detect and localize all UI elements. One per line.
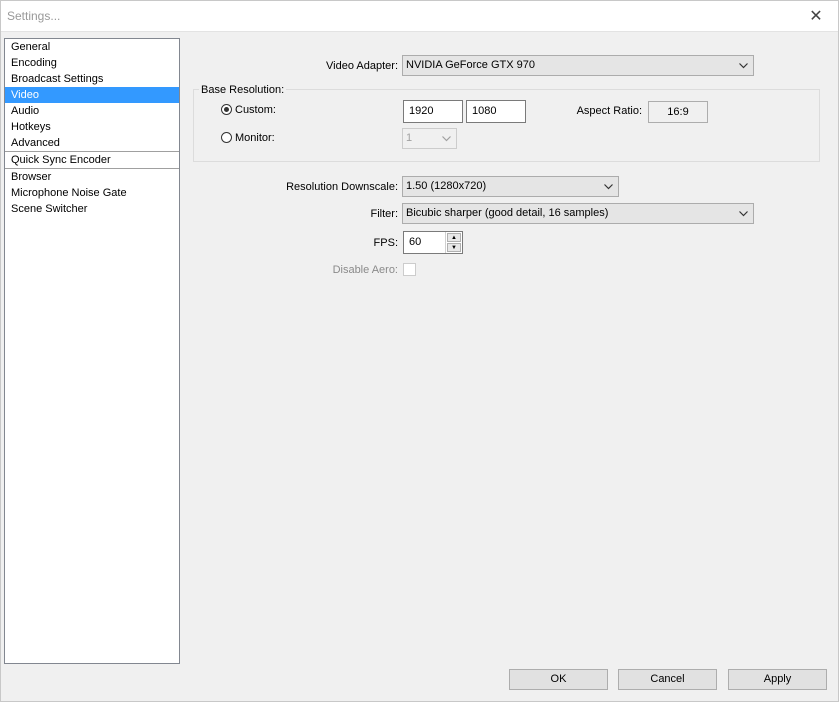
ok-button[interactable]: OK	[509, 669, 608, 690]
disable-aero-checkbox[interactable]	[403, 263, 416, 276]
chevron-down-icon	[439, 129, 453, 148]
sidebar-item-advanced[interactable]: Advanced	[5, 135, 179, 151]
settings-category-list[interactable]: General Encoding Broadcast Settings Vide…	[4, 38, 180, 664]
monitor-radio[interactable]	[221, 132, 232, 143]
cancel-button[interactable]: Cancel	[618, 669, 717, 690]
resolution-downscale-value: 1.50 (1280x720)	[406, 180, 487, 192]
sidebar-item-video[interactable]: Video	[5, 87, 179, 103]
custom-label: Custom:	[235, 104, 276, 116]
video-adapter-value: NVIDIA GeForce GTX 970	[406, 59, 535, 71]
chevron-down-icon	[736, 204, 750, 223]
close-icon[interactable]: ✕	[793, 0, 839, 31]
fps-spinner[interactable]: ▲ ▼	[445, 232, 462, 253]
spin-up-icon[interactable]: ▲	[447, 233, 461, 242]
title-bar: Settings... ✕	[0, 0, 839, 32]
sidebar-item-encoding[interactable]: Encoding	[5, 55, 179, 71]
disable-aero-label: Disable Aero:	[332, 264, 398, 276]
sidebar-item-microphone-noise-gate[interactable]: Microphone Noise Gate	[5, 185, 179, 201]
chevron-down-icon	[601, 177, 615, 196]
sidebar-item-audio[interactable]: Audio	[5, 103, 179, 119]
fps-label: FPS:	[373, 237, 398, 249]
sidebar-item-browser[interactable]: Browser	[5, 169, 179, 185]
resolution-downscale-label: Resolution Downscale:	[286, 181, 398, 193]
video-adapter-dropdown[interactable]: NVIDIA GeForce GTX 970	[402, 55, 754, 76]
aspect-ratio-value: 16:9	[648, 101, 708, 123]
base-resolution-title: Base Resolution:	[199, 84, 287, 96]
chevron-down-icon	[736, 56, 750, 75]
sidebar-item-scene-switcher[interactable]: Scene Switcher	[5, 201, 179, 217]
monitor-dropdown[interactable]: 1	[402, 128, 457, 149]
spin-down-icon[interactable]: ▼	[447, 243, 461, 252]
resolution-downscale-dropdown[interactable]: 1.50 (1280x720)	[402, 176, 619, 197]
custom-height-input[interactable]: 1080	[466, 100, 526, 123]
custom-width-input[interactable]: 1920	[403, 100, 463, 123]
custom-radio[interactable]	[221, 104, 232, 115]
filter-label: Filter:	[370, 208, 399, 220]
sidebar-item-quick-sync-encoder[interactable]: Quick Sync Encoder	[5, 151, 179, 169]
filter-dropdown[interactable]: Bicubic sharper (good detail, 16 samples…	[402, 203, 754, 224]
sidebar-item-broadcast-settings[interactable]: Broadcast Settings	[5, 71, 179, 87]
video-adapter-label: Video Adapter:	[326, 60, 398, 72]
monitor-value: 1	[406, 132, 413, 144]
sidebar-item-hotkeys[interactable]: Hotkeys	[5, 119, 179, 135]
filter-value: Bicubic sharper (good detail, 16 samples…	[406, 207, 609, 219]
window-title: Settings...	[7, 9, 61, 23]
apply-button[interactable]: Apply	[728, 669, 827, 690]
sidebar-item-general[interactable]: General	[5, 39, 179, 55]
monitor-label: Monitor:	[235, 132, 275, 144]
aspect-ratio-label: Aspect Ratio:	[576, 105, 642, 117]
